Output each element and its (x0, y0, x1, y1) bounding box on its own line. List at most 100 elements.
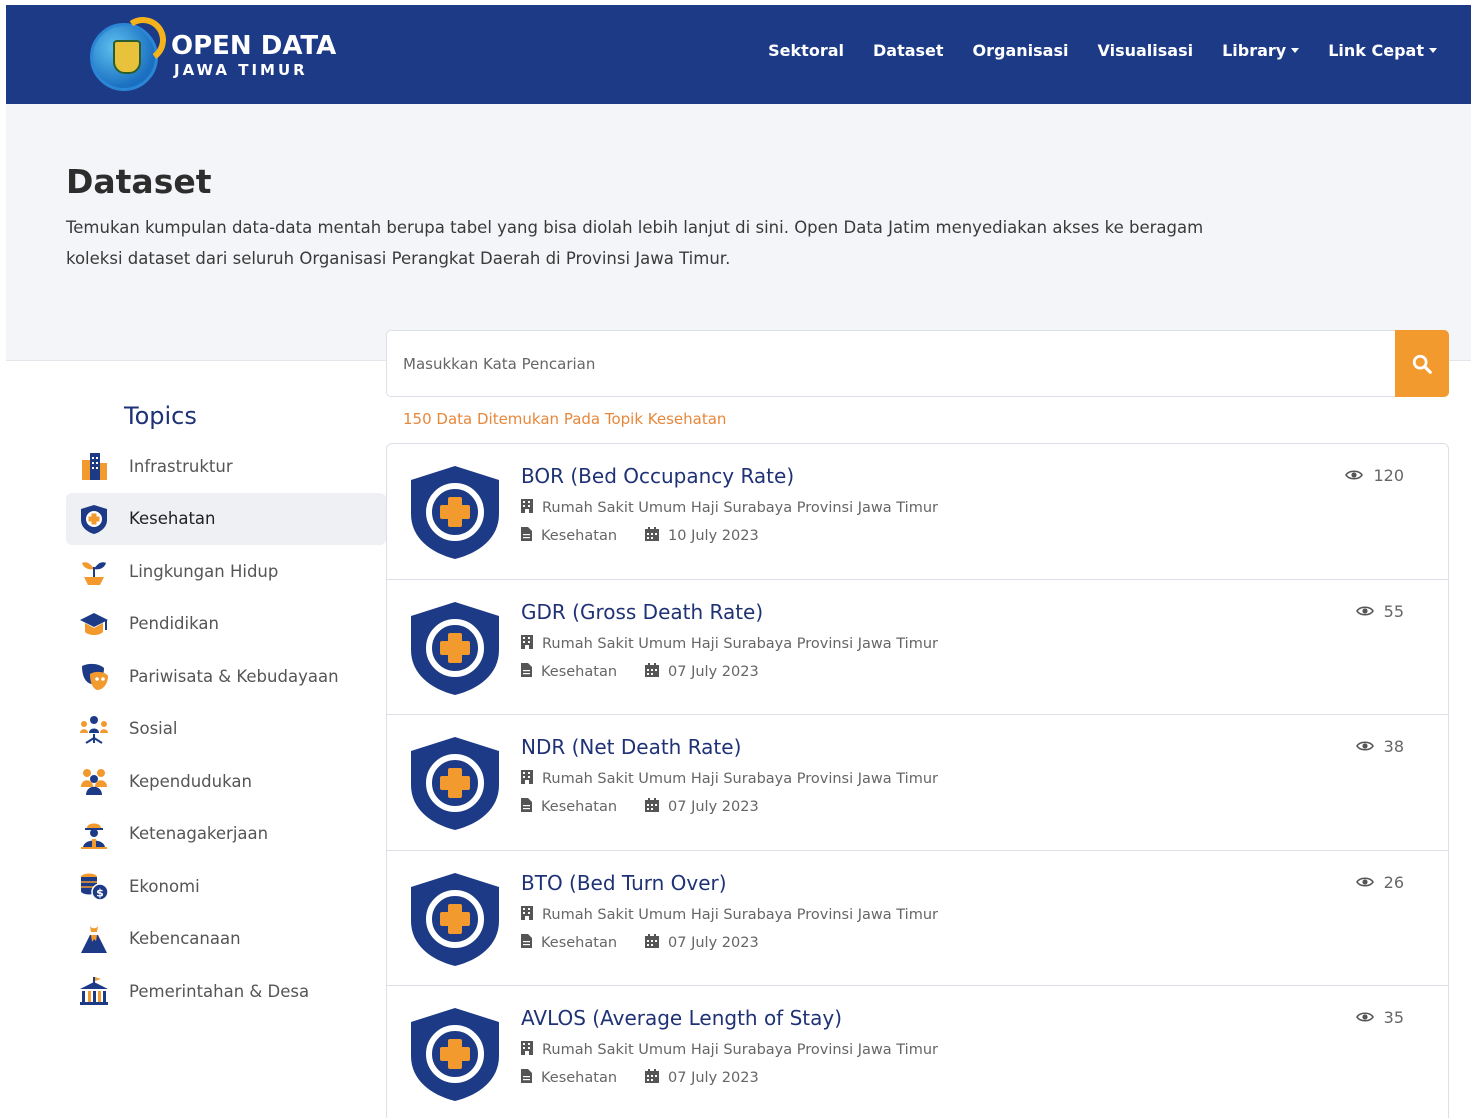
dataset-organization: Rumah Sakit Umum Haji Surabaya Provinsi … (521, 905, 938, 924)
health-shield-icon (407, 464, 503, 560)
search-bar (386, 330, 1449, 397)
page-description: Temukan kumpulan data-data mentah berupa… (66, 218, 1204, 268)
caret-down-icon (1429, 48, 1437, 53)
dataset-title[interactable]: BOR (Bed Occupancy Rate) (521, 464, 794, 488)
result-count: 150 Data Ditemukan Pada Topik Kesehatan (403, 410, 727, 428)
date-label: 07 July 2023 (668, 1070, 759, 1086)
view-count-label: 55 (1383, 601, 1404, 621)
file-icon (521, 933, 532, 952)
topic-item-infrastruktur[interactable]: Infrastruktur (66, 440, 386, 493)
dataset-list: BOR (Bed Occupancy Rate) Rumah Sakit Umum… (386, 443, 1449, 1118)
search-input[interactable] (387, 331, 1395, 396)
nav-library-dropdown[interactable]: Library (1222, 41, 1300, 60)
organization-label: Rumah Sakit Umum Haji Surabaya Provinsi … (542, 500, 938, 516)
topic-label: Ketenagakerjaan (129, 824, 269, 844)
topic-item-lingkungan-hidup[interactable]: Lingkungan Hidup (66, 545, 386, 598)
nav-label: Link Cepat (1328, 41, 1424, 60)
view-count-label: 120 (1373, 466, 1404, 485)
dataset-meta: Kesehatan 07 July 2023 (521, 798, 759, 816)
topic-item-pariwisata[interactable]: Pariwisata & Kebudayaan (66, 650, 386, 703)
page-title: Dataset (66, 162, 212, 201)
nav-link-cepat-dropdown[interactable]: Link Cepat (1328, 41, 1437, 60)
eye-icon (1355, 873, 1374, 892)
dataset-title[interactable]: AVLOS (Average Length of Stay) (521, 1006, 842, 1030)
dataset-item[interactable]: BTO (Bed Turn Over) Rumah Sakit Umum Haji… (387, 851, 1448, 986)
eye-icon (1355, 1008, 1374, 1027)
file-icon (521, 798, 532, 816)
navbar: OPEN DATA JAWA TIMUR Sektoral Dataset Or… (6, 5, 1471, 104)
date-label: 10 July 2023 (668, 528, 759, 544)
dataset-item[interactable]: AVLOS (Average Length of Stay) Rumah Saki… (387, 986, 1448, 1118)
calendar-icon (645, 527, 660, 545)
date-label: 07 July 2023 (668, 799, 759, 815)
dataset-organization: Rumah Sakit Umum Haji Surabaya Provinsi … (521, 634, 938, 653)
building-icon (521, 1041, 533, 1059)
view-count: 35 (1355, 1008, 1404, 1027)
svg-text:$: $ (96, 887, 104, 900)
date-group: 07 July 2023 (645, 1069, 759, 1087)
view-count: 55 (1355, 601, 1404, 621)
volcano-icon (76, 921, 112, 957)
topic-label: Pendidikan (129, 614, 219, 634)
main-nav: Sektoral Dataset Organisasi Visualisasi … (739, 41, 1437, 60)
topic-item-ekonomi[interactable]: $ Ekonomi (66, 860, 386, 913)
topic-label: Kesehatan (541, 1070, 618, 1086)
logo[interactable]: OPEN DATA JAWA TIMUR (86, 13, 356, 97)
health-shield-icon (407, 600, 503, 696)
view-count-label: 26 (1383, 872, 1404, 892)
topic-label: Kesehatan (541, 934, 618, 951)
topic-item-ketenagakerjaan[interactable]: Ketenagakerjaan (66, 808, 386, 861)
topic-item-pemerintahan[interactable]: Pemerintahan & Desa (66, 965, 386, 1018)
nav-label: Organisasi (972, 41, 1069, 60)
topic-item-kebencanaan[interactable]: Kebencanaan (66, 913, 386, 966)
topic-label: Ekonomi (129, 876, 200, 896)
date-group: 07 July 2023 (645, 798, 759, 816)
topic-item-pendidikan[interactable]: Pendidikan (66, 598, 386, 651)
nav-organisasi[interactable]: Organisasi (973, 41, 1069, 60)
dataset-organization: Rumah Sakit Umum Haji Surabaya Provinsi … (521, 770, 938, 788)
dataset-meta: Kesehatan 07 July 2023 (521, 1069, 759, 1087)
nav-sektoral[interactable]: Sektoral (768, 41, 844, 60)
topic-label: Kesehatan (541, 528, 618, 544)
topic-label: Sosial (129, 719, 178, 739)
caret-down-icon (1291, 48, 1300, 53)
worker-icon (76, 816, 112, 852)
building-icon (521, 770, 533, 788)
graduation-cap-icon (76, 606, 112, 642)
logo-subtitle: JAWA TIMUR (174, 61, 308, 79)
dataset-title[interactable]: NDR (Net Death Rate) (521, 735, 741, 759)
dataset-item[interactable]: NDR (Net Death Rate) Rumah Sakit Umum Haj… (387, 715, 1448, 851)
date-label: 07 July 2023 (668, 663, 759, 680)
health-shield-icon (76, 501, 112, 537)
view-count-label: 38 (1383, 737, 1404, 756)
dataset-item[interactable]: BOR (Bed Occupancy Rate) Rumah Sakit Umum… (387, 444, 1448, 580)
dataset-meta: Kesehatan 07 July 2023 (521, 662, 759, 681)
health-shield-icon (407, 1006, 503, 1102)
topic-label: Kependudukan (129, 771, 252, 791)
coins-icon: $ (76, 868, 112, 904)
topic-item-sosial[interactable]: Sosial (66, 703, 386, 756)
plant-icon (76, 553, 112, 589)
nav-dataset[interactable]: Dataset (873, 41, 944, 60)
topic-item-kependudukan[interactable]: Kependudukan (66, 755, 386, 808)
file-icon (521, 527, 532, 545)
dataset-title[interactable]: GDR (Gross Death Rate) (521, 600, 763, 624)
topic-item-kesehatan[interactable]: Kesehatan (66, 492, 386, 545)
topic-label: Kebencanaan (129, 929, 241, 949)
building-icon (76, 448, 112, 484)
organization-label: Rumah Sakit Umum Haji Surabaya Provinsi … (542, 771, 938, 787)
topic-label: Pemerintahan & Desa (129, 981, 310, 1001)
search-button[interactable] (1395, 330, 1449, 397)
building-icon (521, 905, 533, 924)
nav-visualisasi[interactable]: Visualisasi (1097, 41, 1193, 60)
view-count: 120 (1345, 466, 1404, 485)
dataset-item[interactable]: GDR (Gross Death Rate) Rumah Sakit Umum H… (387, 580, 1448, 715)
dataset-meta: Kesehatan 10 July 2023 (521, 527, 759, 545)
dataset-organization: Rumah Sakit Umum Haji Surabaya Provinsi … (521, 499, 938, 517)
health-shield-icon (407, 735, 503, 831)
date-group: 07 July 2023 (645, 662, 759, 681)
mask-icon (76, 658, 112, 694)
dataset-organization: Rumah Sakit Umum Haji Surabaya Provinsi … (521, 1041, 938, 1059)
dataset-title[interactable]: BTO (Bed Turn Over) (521, 871, 727, 895)
date-group: 07 July 2023 (645, 933, 759, 952)
